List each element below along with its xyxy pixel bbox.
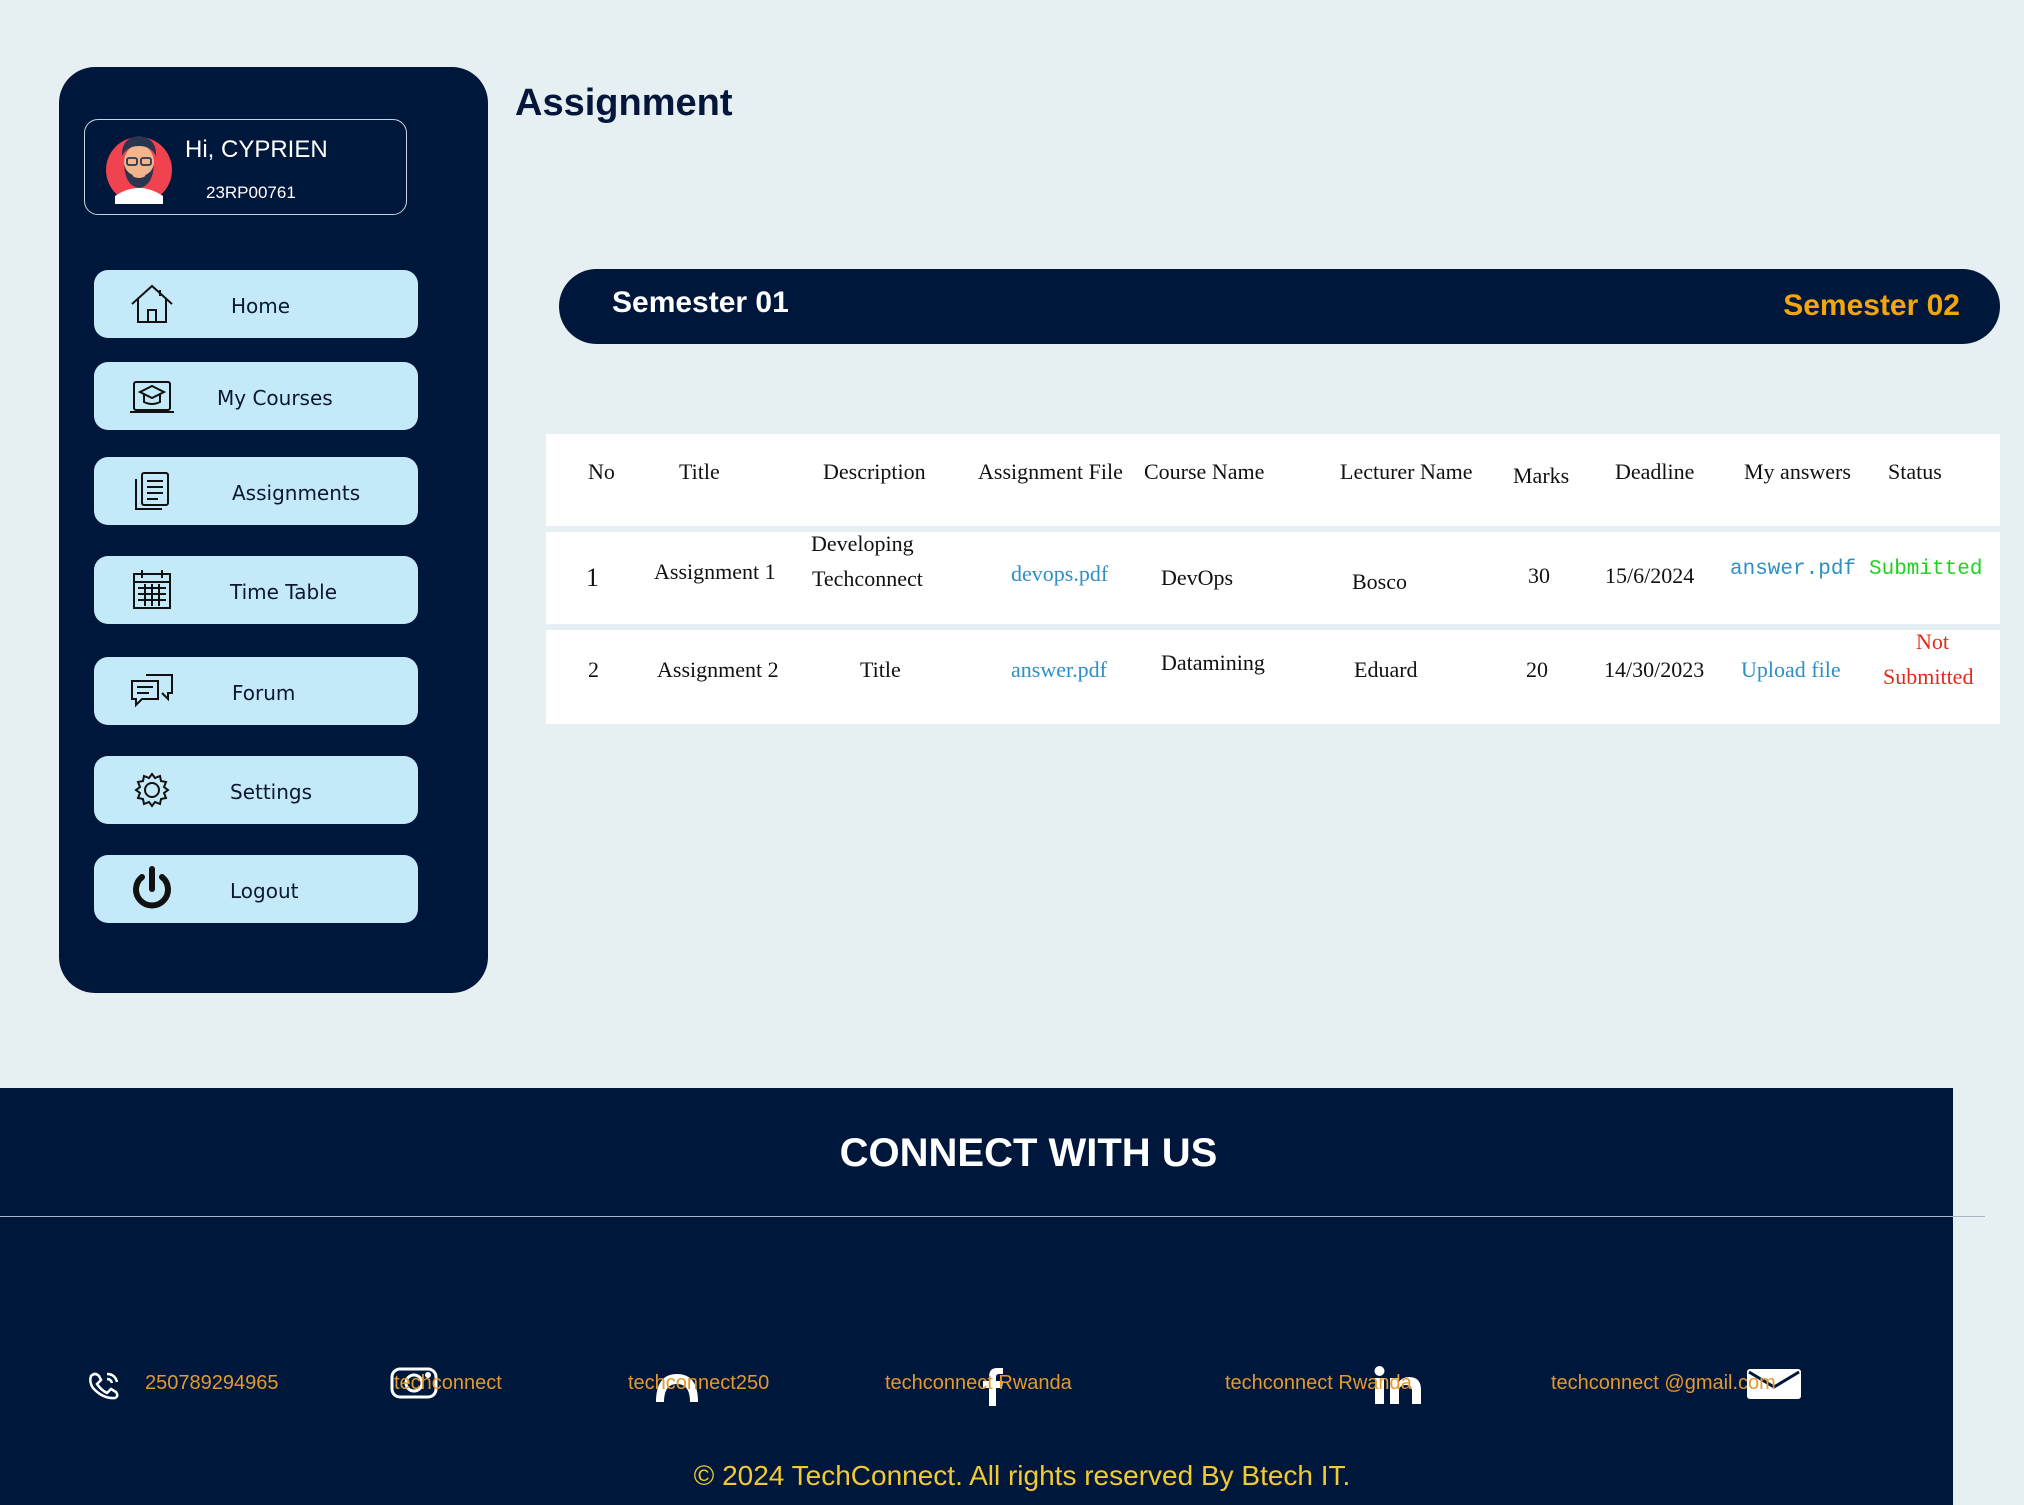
cell-course: DevOps [1161, 565, 1234, 590]
sidebar-item-logout[interactable]: Logout [94, 855, 418, 923]
sidebar-item-assignments[interactable]: Assignments [94, 457, 418, 525]
chat-icon [131, 674, 173, 708]
sidebar-item-label: Time Table [230, 580, 338, 604]
avatar [106, 136, 172, 204]
cell-description: Title [860, 657, 901, 682]
tab-semester-02[interactable]: Semester 02 [1783, 289, 1960, 323]
cell-no: 2 [588, 657, 599, 682]
power-icon [133, 866, 171, 909]
cell-title: Assignment 1 [654, 559, 776, 584]
sidebar-item-label: My Courses [217, 386, 333, 410]
column-header: My answers [1744, 459, 1851, 484]
cell-lecturer: Bosco [1352, 569, 1407, 594]
footer-linkedin[interactable]: techconnect Rwanda [1225, 1372, 1412, 1395]
footer-phone[interactable]: 250789294965 [145, 1372, 278, 1395]
cell-description: Techconnect [812, 566, 923, 591]
assignments-table: No Title Description Assignment File Cou… [546, 434, 2000, 724]
column-header: Course Name [1144, 459, 1265, 484]
sidebar-item-label: Home [231, 294, 291, 318]
sidebar-item-time-table[interactable]: Time Table [94, 556, 418, 624]
gear-icon [134, 772, 170, 808]
assignment-file-link[interactable]: answer.pdf [1011, 652, 1107, 687]
column-header: Deadline [1615, 459, 1695, 484]
assignment-file-link[interactable]: devops.pdf [1011, 556, 1108, 591]
column-header: Assignment File [978, 459, 1123, 484]
footer-facebook[interactable]: techconnect Rwanda [885, 1372, 1072, 1395]
column-header: Description [823, 459, 926, 484]
status-badge: Submitted [1869, 558, 1983, 581]
footer-title: CONNECT WITH US [839, 1131, 1218, 1175]
sidebar-item-my-courses[interactable]: My Courses [94, 362, 418, 430]
registration-number: 23RP00761 [206, 183, 296, 202]
column-header: Marks [1513, 463, 1570, 488]
column-header: Title [679, 459, 720, 484]
upload-file-link[interactable]: Upload file [1741, 652, 1841, 687]
footer-instagram[interactable]: techconnect [394, 1372, 502, 1395]
greeting: Hi, CYPRIEN [185, 136, 328, 163]
column-header: Status [1888, 459, 1942, 484]
sidebar-item-label: Forum [232, 681, 296, 705]
cell-lecturer: Eduard [1354, 657, 1418, 682]
cell-description: Developing [811, 531, 914, 556]
sidebar-item-forum[interactable]: Forum [94, 657, 418, 725]
cell-no: 1 [586, 563, 599, 592]
profile-card: Hi, CYPRIEN 23RP00761 [84, 119, 407, 215]
table-row: 1 Assignment 1 Developing Techconnect de… [546, 531, 2000, 624]
home-icon [131, 284, 173, 323]
cell-course: Datamining [1161, 650, 1265, 675]
sidebar-item-label: Logout [230, 879, 299, 903]
calendar-icon [133, 570, 171, 609]
sidebar-item-home[interactable]: Home [94, 270, 418, 338]
divider [0, 1216, 1985, 1217]
column-header: Lecturer Name [1340, 459, 1473, 484]
sidebar-item-label: Assignments [232, 481, 361, 505]
cell-deadline: 15/6/2024 [1605, 563, 1695, 588]
phone-icon[interactable] [87, 1370, 123, 1400]
cell-marks: 30 [1528, 563, 1550, 588]
my-answer-link[interactable]: answer.pdf [1730, 552, 1856, 587]
sidebar: Hi, CYPRIEN 23RP00761 Home My Courses As… [59, 67, 488, 993]
semester-tabs: Semester 01 Semester 02 [559, 269, 2000, 344]
sidebar-item-settings[interactable]: Settings [94, 756, 418, 824]
cell-title: Assignment 2 [657, 657, 779, 682]
cell-marks: 20 [1526, 657, 1548, 682]
footer-email[interactable]: techconnect @gmail.com [1551, 1372, 1776, 1395]
sidebar-item-label: Settings [230, 780, 313, 804]
column-header: No [588, 459, 615, 484]
footer: CONNECT WITH US 250789294965 techconnect… [0, 1088, 1985, 1505]
assignments-icon [135, 472, 169, 510]
courses-icon [130, 381, 174, 413]
status-badge: Submitted [1883, 664, 1974, 689]
copyright: © 2024 TechConnect. All rights reserved … [693, 1460, 1351, 1491]
page-title: Assignment [515, 82, 733, 124]
table-header-row: No Title Description Assignment File Cou… [546, 434, 2000, 526]
status-badge: Not [1916, 629, 1949, 654]
cell-deadline: 14/30/2023 [1604, 657, 1705, 682]
table-row: 2 Assignment 2 Title answer.pdf Datamini… [546, 629, 2000, 724]
footer-github[interactable]: techconnect250 [628, 1372, 769, 1395]
tab-semester-01[interactable]: Semester 01 [612, 286, 789, 320]
